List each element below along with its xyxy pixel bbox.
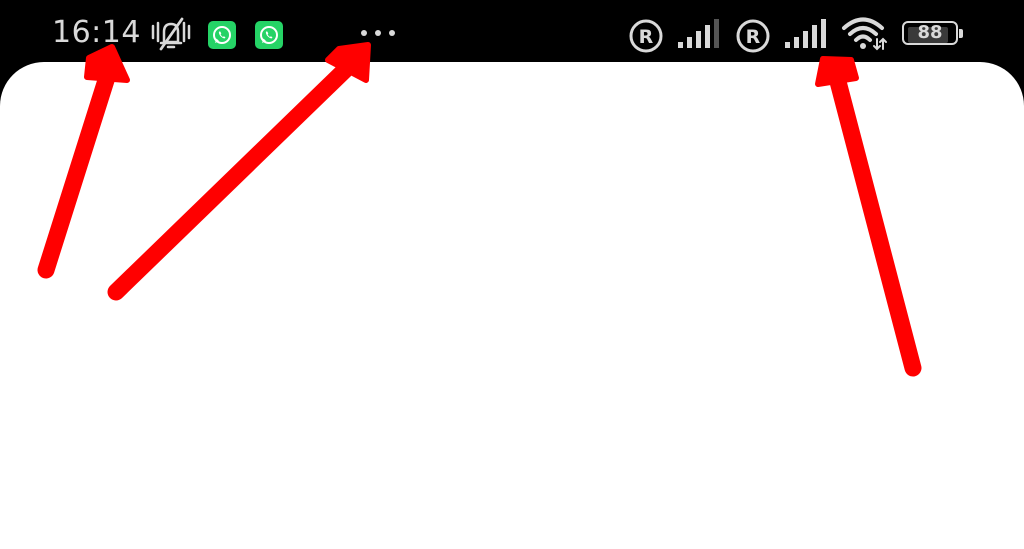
status-bar: 16:14 R R 88 (0, 0, 1024, 66)
roaming-icon-sim2: R (736, 19, 770, 53)
wifi-icon (842, 17, 887, 51)
status-time: 16:14 (52, 15, 141, 50)
more-dots-icon[interactable] (359, 26, 399, 40)
whatsapp-icon (208, 21, 236, 49)
signal-strength-icon-sim1 (678, 19, 719, 48)
battery-icon: 88 (902, 21, 968, 49)
roaming-icon-sim1: R (629, 19, 663, 53)
whatsapp-icon (255, 21, 283, 49)
battery-level: 88 (917, 22, 943, 43)
app-content-area (0, 62, 1024, 549)
battery-tip (959, 29, 963, 38)
svg-text:R: R (746, 26, 761, 48)
svg-text:R: R (639, 26, 654, 48)
phone-screen: 16:14 R R 88 (0, 0, 1024, 549)
mute-vibrate-icon (151, 17, 191, 51)
signal-strength-icon-sim2 (785, 19, 826, 48)
